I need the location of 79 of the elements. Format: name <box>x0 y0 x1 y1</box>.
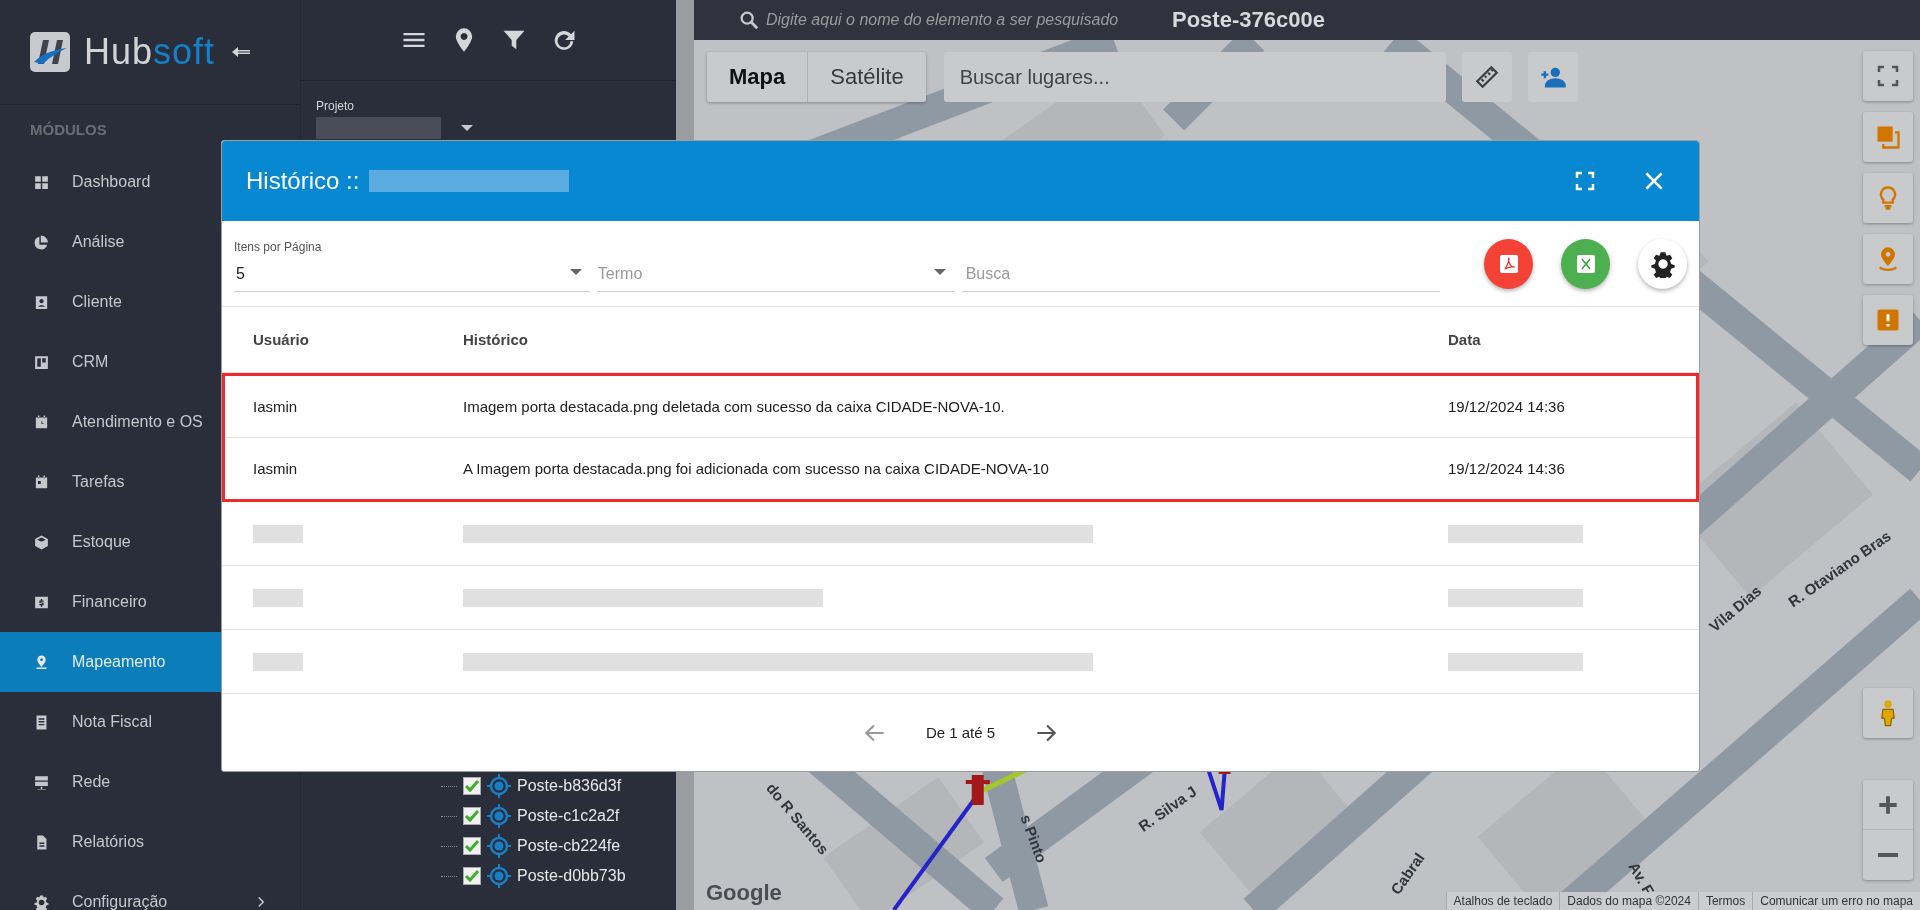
ruler-button[interactable] <box>1461 52 1512 102</box>
target-icon <box>487 774 511 798</box>
brand-name: Hubsoft <box>84 31 216 73</box>
lightbulb-button[interactable] <box>1863 173 1913 223</box>
map-type-tab[interactable]: Mapa <box>707 52 809 102</box>
redacted-text <box>253 652 303 671</box>
tree-item[interactable]: Poste-d0bb73b <box>517 867 626 885</box>
fullscreen-icon[interactable] <box>1573 169 1597 193</box>
attribution-link[interactable]: Comunicar um erro no mapa <box>1752 892 1920 910</box>
tree-item[interactable]: Poste-b836d3f <box>517 777 622 795</box>
module-icon <box>33 173 50 191</box>
checkbox[interactable] <box>463 807 481 825</box>
attribution-link[interactable]: Termos <box>1697 892 1753 910</box>
checkbox[interactable] <box>463 837 481 855</box>
alert-button[interactable] <box>1863 295 1913 345</box>
table-cell-text: 19/12/2024 14:36 <box>1448 460 1566 477</box>
nav-item[interactable]: Nota Fiscal <box>0 692 300 752</box>
module-icon <box>33 893 50 910</box>
nav-item[interactable]: Rede <box>0 752 300 812</box>
checkbox[interactable] <box>463 777 481 795</box>
map-logo: Google <box>706 880 782 906</box>
ruler-icon <box>1473 64 1500 90</box>
target-icon <box>487 834 511 858</box>
items-per-page-select[interactable]: Itens por Página 5 <box>234 235 590 292</box>
section-label: MÓDULOS <box>29 120 108 140</box>
table-cell-text: Iasmin <box>253 460 299 477</box>
tree-item[interactable]: Poste-c1c2a2f <box>517 807 620 825</box>
nav-item[interactable]: Estoque <box>0 512 300 572</box>
module-icon <box>33 473 50 491</box>
pagination-text: De 1 até 5 <box>925 724 996 741</box>
nav-item[interactable]: Relatórios <box>0 812 300 872</box>
column-header: Histórico <box>463 331 529 348</box>
fullscreen-button[interactable] <box>1863 51 1913 101</box>
settings-icon <box>1648 249 1677 278</box>
tree-item[interactable]: Poste-cb224fe <box>517 837 621 855</box>
nav-item[interactable]: Configuração <box>0 872 300 910</box>
checkbox[interactable] <box>463 867 481 885</box>
project-label: Projeto <box>316 99 356 113</box>
module-icon <box>33 533 50 551</box>
table-cell-text: Imagem porta destacada.png deletada com sucesso da caixa CIDADE-NOVA-10. <box>463 398 1006 415</box>
map-type-tab[interactable]: Satélite <box>808 52 926 102</box>
module-icon <box>33 233 50 251</box>
dropdown-caret-icon <box>569 268 582 275</box>
target-icon <box>487 864 511 888</box>
street-label: s Pinto <box>1017 812 1051 865</box>
excel-export-button[interactable] <box>1561 238 1611 289</box>
location-button[interactable] <box>1863 234 1913 284</box>
attribution-link[interactable]: Atalhos de teclado <box>1445 892 1560 910</box>
redacted-text <box>253 524 303 543</box>
search-icon <box>738 9 760 31</box>
street-label: R. Silva J <box>1135 782 1200 835</box>
place-search-field[interactable]: Buscar lugares... <box>943 52 1446 102</box>
element-search-field[interactable]: Digite aqui o nome do elemento a ser pesquisado <box>764 10 1158 30</box>
module-icon <box>33 353 50 371</box>
module-icon <box>33 293 50 311</box>
redacted-text <box>253 588 303 607</box>
attribution-link[interactable]: Dados do mapa ©2024 <box>1559 892 1698 910</box>
module-icon <box>33 413 50 431</box>
layers-button[interactable] <box>1863 112 1913 162</box>
table-cell-text: Iasmin <box>253 398 299 415</box>
dialog-title: Histórico :: <box>246 167 360 195</box>
logo-icon <box>30 32 70 72</box>
table-cell-text: A Imagem porta destacada.png foi adicionada com sucesso na caixa CIDADE-NOVA-10 <box>463 460 1050 477</box>
minus-icon <box>1878 852 1898 858</box>
column-header: Usuário <box>253 331 310 348</box>
column-header: Data <box>1448 331 1482 348</box>
add-person-button[interactable] <box>1527 52 1578 102</box>
target-icon <box>487 804 511 828</box>
nav-item[interactable]: Financeiro <box>0 572 300 632</box>
settings-button[interactable] <box>1638 238 1687 289</box>
dropdown-caret-icon <box>933 268 946 275</box>
pdf-export-button[interactable] <box>1484 238 1534 289</box>
element-title: Poste-376c00e <box>1172 7 1325 33</box>
pegman-button[interactable] <box>1863 688 1913 738</box>
street-label: Vila Dias <box>1705 582 1765 635</box>
table-cell-text: 19/12/2024 14:36 <box>1448 398 1566 415</box>
dropdown-caret-icon <box>461 125 473 131</box>
module-icon <box>33 773 50 791</box>
fullscreen-icon <box>1876 64 1900 88</box>
